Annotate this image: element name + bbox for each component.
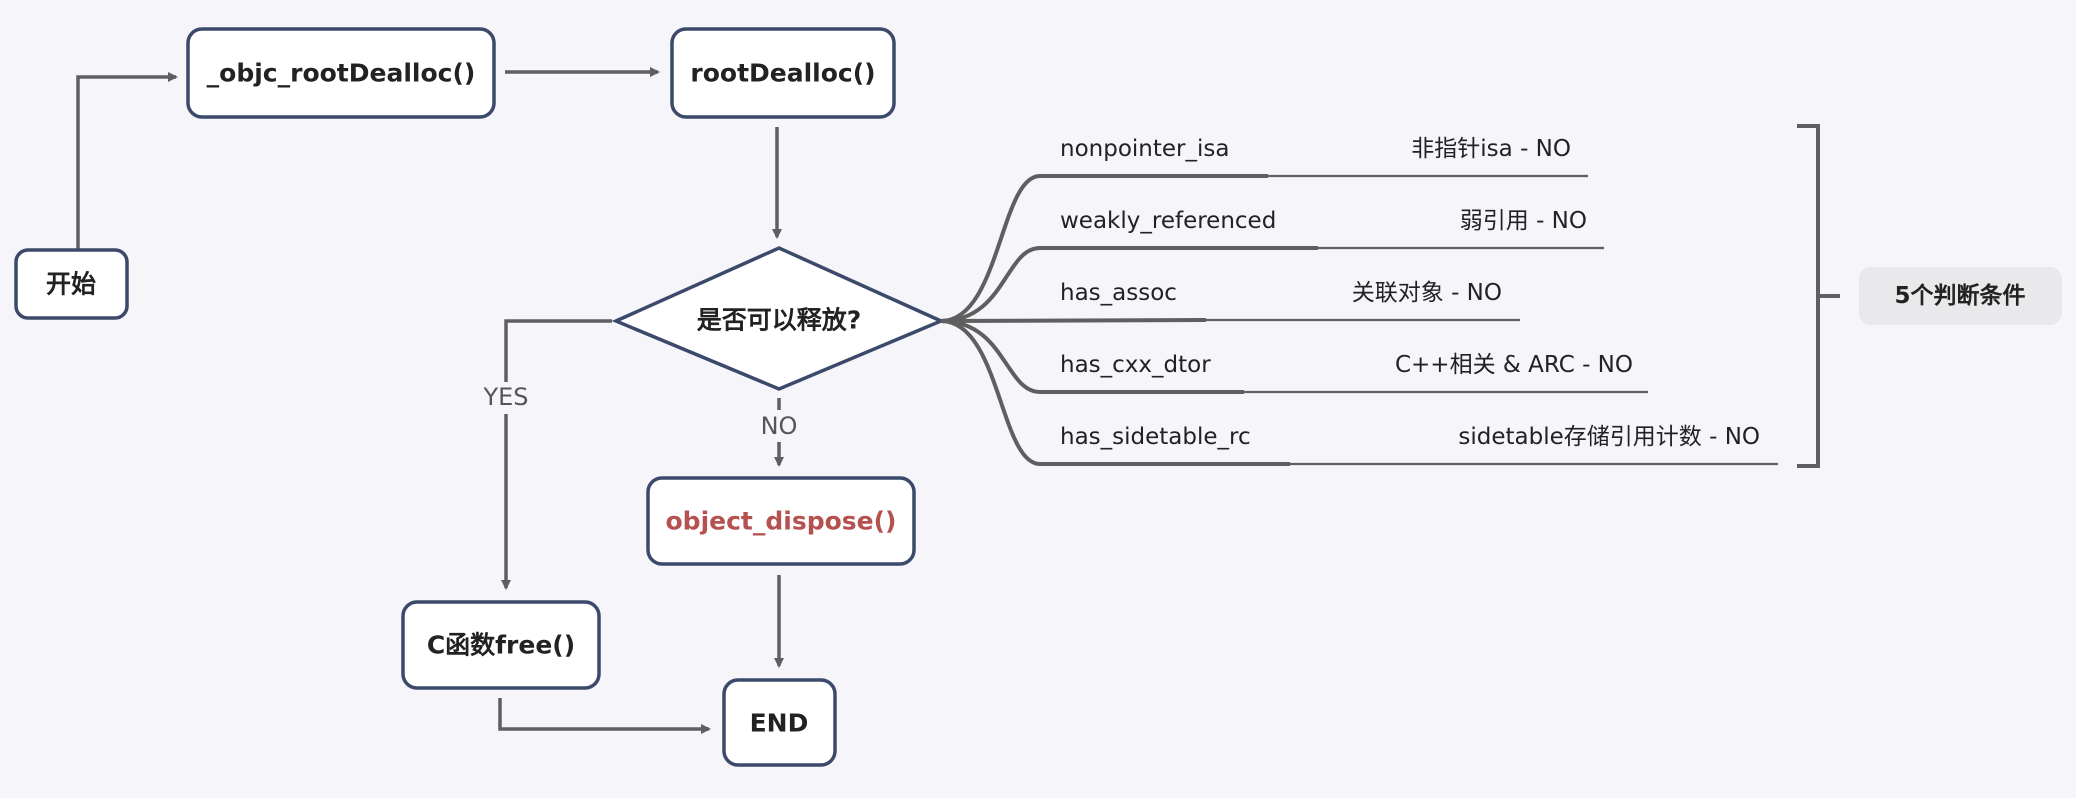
c-free-node[interactable]: C函数free(): [401, 600, 601, 690]
c-free-label: C函数free(): [427, 631, 575, 660]
root-dealloc-label: rootDealloc(): [690, 59, 875, 88]
condition-flag: has_cxx_dtor: [1060, 352, 1211, 378]
summary-badge[interactable]: 5个判断条件: [1859, 267, 2062, 325]
condition-value: 关联对象 - NO: [1352, 280, 1502, 306]
decision-label: 是否可以释放?: [697, 306, 862, 335]
objc-root-dealloc-label: _objc_rootDealloc(): [207, 59, 476, 88]
no-label: NO: [761, 412, 798, 440]
summary-label: 5个判断条件: [1894, 282, 2025, 309]
condition-flag: has_assoc: [1060, 280, 1177, 306]
yes-label: YES: [482, 383, 528, 411]
start-node[interactable]: 开始: [14, 248, 129, 320]
condition-value: 非指针isa - NO: [1411, 136, 1571, 162]
condition-value: C++相关 & ARC - NO: [1395, 352, 1633, 378]
condition-flag: weakly_referenced: [1060, 208, 1276, 234]
condition-value: sidetable存储引用计数 - NO: [1458, 424, 1760, 450]
root-dealloc-node[interactable]: rootDealloc(): [670, 27, 896, 119]
object-dispose-label: object_dispose(): [666, 507, 897, 536]
condition-flag: nonpointer_isa: [1060, 136, 1229, 162]
end-label: END: [750, 709, 809, 738]
objc-root-dealloc-node[interactable]: _objc_rootDealloc(): [186, 27, 496, 119]
object-dispose-node[interactable]: object_dispose(): [646, 476, 916, 566]
condition-value: 弱引用 - NO: [1460, 208, 1587, 234]
condition-flag: has_sidetable_rc: [1060, 424, 1251, 450]
flowchart: YES NO 开始 _objc_rootDealloc() rootDeallo…: [0, 0, 2076, 798]
end-node[interactable]: END: [722, 678, 837, 767]
start-label: 开始: [46, 270, 96, 299]
